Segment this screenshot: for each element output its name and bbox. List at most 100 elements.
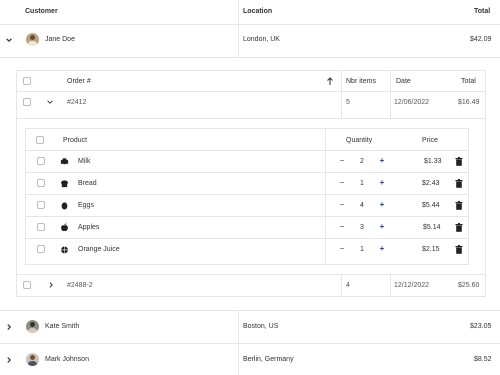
quantity-value: 1 — [360, 180, 364, 187]
row-expand-toggle[interactable] — [4, 35, 14, 45]
row-divider — [0, 57, 500, 58]
sort-arrow-up-icon[interactable] — [326, 76, 334, 86]
quantity-value: 4 — [360, 202, 364, 209]
order-row-divider — [17, 274, 485, 275]
bread-icon — [60, 179, 69, 188]
order-number: #2412 — [67, 99, 87, 106]
products-header-divider — [26, 150, 468, 151]
row-divider — [0, 310, 500, 311]
orders-column-divider — [341, 275, 342, 296]
decrement-button[interactable]: − — [337, 200, 347, 210]
orders-header-items[interactable]: Nbr items — [346, 78, 376, 85]
order-total: $16.49 — [458, 99, 480, 106]
product-row-checkbox[interactable] — [37, 201, 45, 209]
product-row-divider — [26, 194, 468, 195]
product-row-checkbox[interactable] — [37, 157, 45, 165]
order-row-divider — [17, 118, 485, 119]
product-row-checkbox[interactable] — [37, 245, 45, 253]
product-price: $5.44 — [422, 202, 440, 209]
egg-icon — [60, 201, 69, 210]
products-header-product[interactable]: Product — [63, 137, 87, 144]
chevron-right-icon — [7, 324, 12, 330]
order-date: 12/06/2022 — [394, 99, 430, 106]
order-items: 5 — [346, 99, 350, 106]
order-number: #2488-2 — [67, 282, 93, 289]
products-header-quantity[interactable]: Quantity — [346, 137, 372, 144]
order-expand-toggle[interactable] — [45, 97, 55, 107]
customer-total: $23.05 — [470, 323, 492, 330]
avatar — [26, 33, 39, 46]
decrement-button[interactable]: − — [337, 178, 347, 188]
product-row-checkbox[interactable] — [37, 179, 45, 187]
delete-icon[interactable] — [455, 201, 463, 210]
delete-icon[interactable] — [455, 245, 463, 254]
increment-button[interactable]: + — [377, 222, 387, 232]
chevron-right-icon — [7, 357, 12, 363]
products-panel — [25, 128, 469, 265]
orders-column-divider — [390, 71, 391, 119]
order-expand-toggle[interactable] — [46, 280, 56, 290]
avatar — [26, 320, 39, 333]
product-name: Milk — [78, 158, 91, 165]
quantity-value: 1 — [360, 246, 364, 253]
select-all-products-checkbox[interactable] — [36, 136, 44, 144]
product-row-checkbox[interactable] — [37, 223, 45, 231]
order-total: $25.60 — [458, 282, 480, 289]
orders-column-divider — [390, 275, 391, 296]
header-location[interactable]: Location — [243, 8, 272, 15]
decrement-button[interactable]: − — [337, 156, 347, 166]
row-divider — [0, 343, 500, 344]
decrement-button[interactable]: − — [337, 222, 347, 232]
increment-button[interactable]: + — [377, 178, 387, 188]
decrement-button[interactable]: − — [337, 244, 347, 254]
orders-column-divider — [341, 71, 342, 119]
product-row-divider — [26, 172, 468, 173]
column-divider — [238, 0, 239, 57]
increment-button[interactable]: + — [377, 200, 387, 210]
customer-name: Mark Johnson — [45, 356, 89, 363]
apple-icon — [60, 223, 69, 232]
customer-name: Kate Smith — [45, 323, 80, 330]
header-customer[interactable]: Customer — [25, 8, 58, 15]
product-price: $2.43 — [422, 180, 440, 187]
delete-icon[interactable] — [455, 179, 463, 188]
order-row-checkbox[interactable] — [23, 281, 31, 289]
product-name: Orange Juice — [78, 246, 120, 253]
orders-header-order[interactable]: Order # — [67, 78, 91, 85]
product-name: Bread — [78, 180, 97, 187]
orange-juice-icon — [60, 245, 69, 254]
orders-header-date[interactable]: Date — [396, 78, 411, 85]
chevron-down-icon — [47, 100, 53, 104]
order-items: 4 — [346, 282, 350, 289]
header-divider — [0, 24, 500, 25]
delete-icon[interactable] — [455, 157, 463, 166]
product-row-divider — [26, 216, 468, 217]
select-all-orders-checkbox[interactable] — [23, 77, 31, 85]
header-total[interactable]: Total — [474, 8, 490, 15]
delete-icon[interactable] — [455, 223, 463, 232]
chevron-right-icon — [49, 282, 53, 288]
product-price: $1.33 — [424, 158, 442, 165]
customer-location: London, UK — [243, 36, 280, 43]
quantity-value: 2 — [360, 158, 364, 165]
orders-header-divider — [17, 91, 485, 92]
avatar — [26, 353, 39, 366]
product-row-divider — [26, 238, 468, 239]
increment-button[interactable]: + — [377, 244, 387, 254]
product-name: Eggs — [78, 202, 94, 209]
quantity-value: 3 — [360, 224, 364, 231]
orders-header-total[interactable]: Total — [461, 78, 476, 85]
customer-name: Jane Doe — [45, 36, 75, 43]
row-expand-toggle[interactable] — [4, 355, 14, 365]
customer-location: Boston, US — [243, 323, 279, 330]
order-date: 12/12/2022 — [394, 282, 430, 289]
milk-icon — [60, 157, 69, 166]
row-expand-toggle[interactable] — [4, 322, 14, 332]
customer-location: Berlin, Germany — [243, 356, 294, 363]
product-name: Apples — [78, 224, 100, 231]
increment-button[interactable]: + — [377, 156, 387, 166]
chevron-down-icon — [6, 38, 12, 43]
order-row-checkbox[interactable] — [23, 98, 31, 106]
products-header-price[interactable]: Price — [422, 137, 438, 144]
customer-total: $42.09 — [470, 36, 492, 43]
